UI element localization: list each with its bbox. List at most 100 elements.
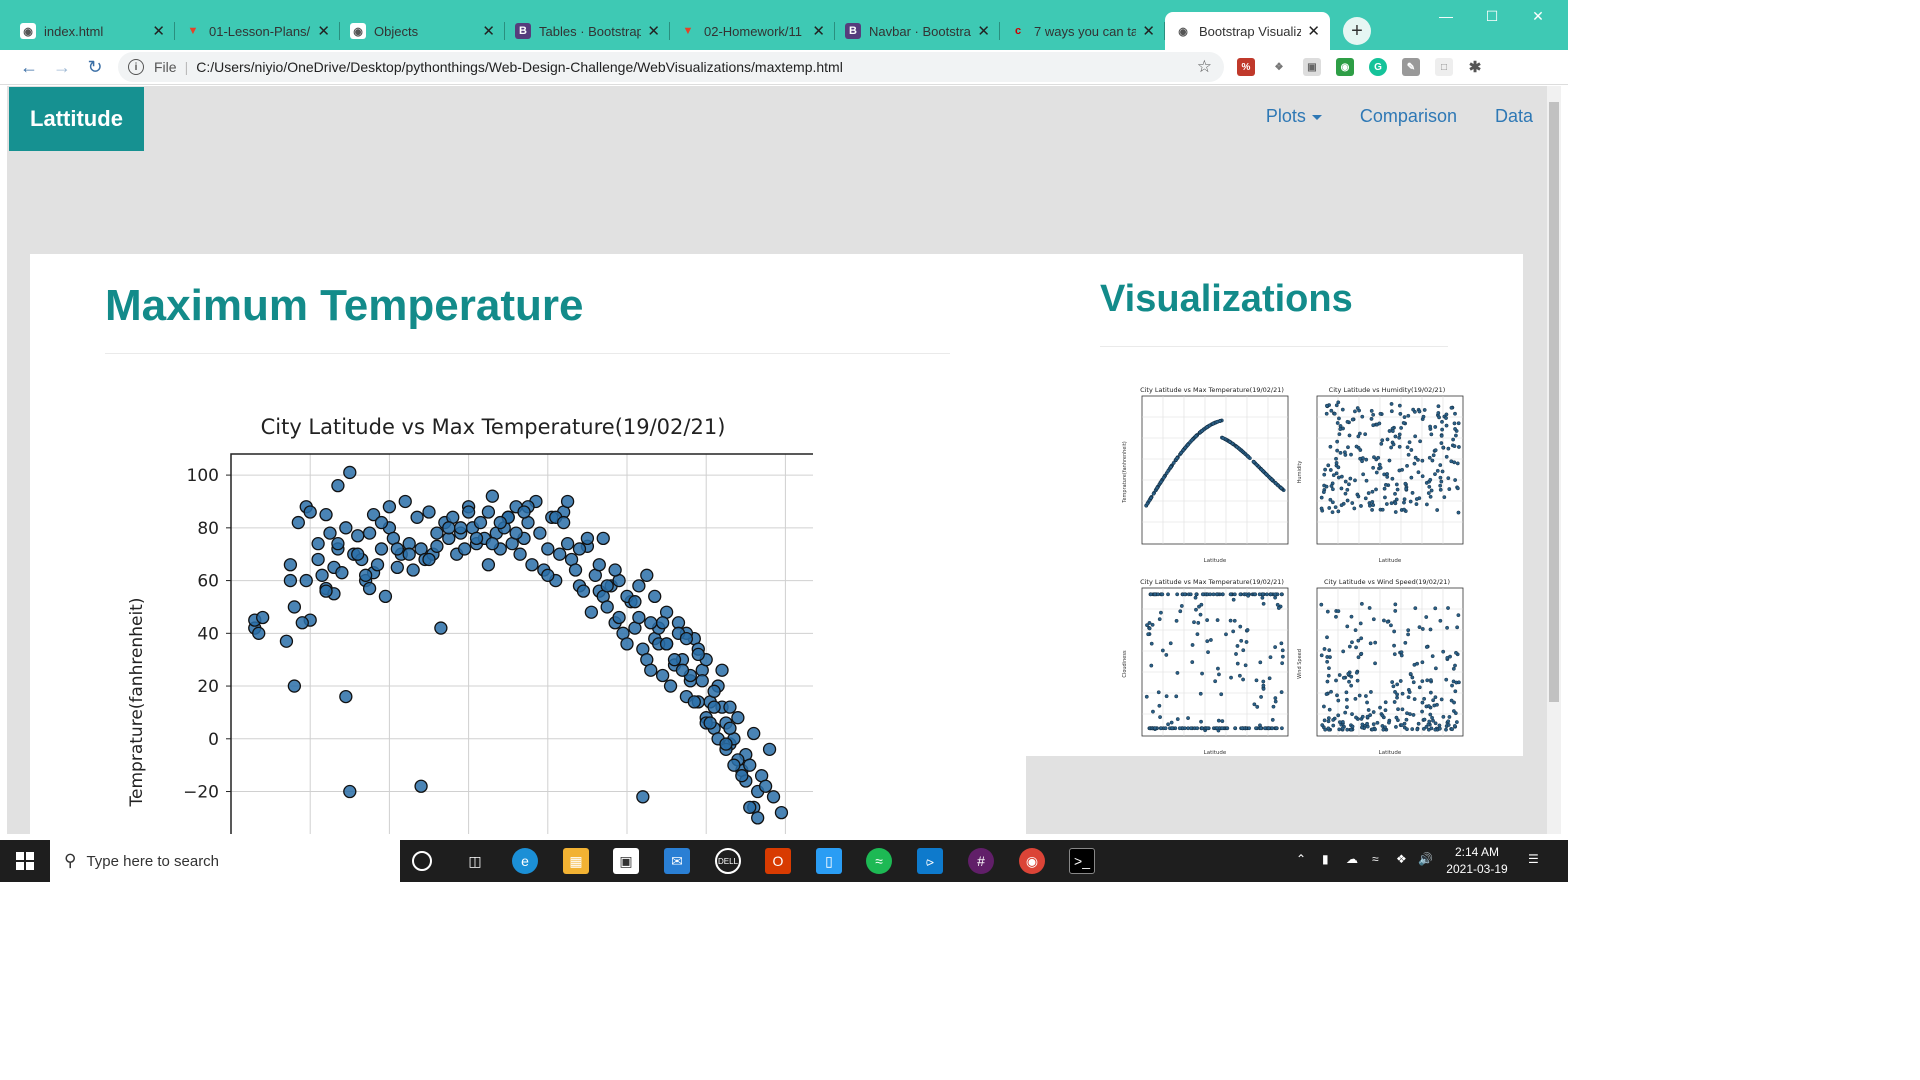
notifications-icon[interactable]: ☰: [1528, 852, 1539, 894]
edge-icon[interactable]: e: [512, 848, 538, 874]
thumbnail-chart[interactable]: City Latitude vs Max Temperature(19/02/2…: [1120, 382, 1292, 570]
thumbnail-point: [1397, 468, 1402, 473]
office-icon[interactable]: O: [765, 848, 791, 874]
y-tick-label: 0: [208, 730, 219, 750]
thumbnail-point: [1265, 592, 1269, 597]
new-tab-plus-icon[interactable]: +: [1343, 17, 1371, 45]
thumbnail-chart[interactable]: City Latitude vs Wind Speed(19/02/21) Win…: [1295, 574, 1467, 762]
taskbar-clock[interactable]: 2:14 AM 2021-03-19: [1436, 844, 1518, 878]
thumbnail-point: [1400, 691, 1405, 696]
store-icon[interactable]: ▣: [613, 848, 639, 874]
slack-icon[interactable]: #: [968, 848, 994, 874]
windows-start-icon[interactable]: [0, 840, 50, 882]
extensions-puzzle-icon[interactable]: ✱: [1466, 58, 1484, 76]
browser-tab[interactable]: c 7 ways you can ta ✕: [1000, 12, 1165, 50]
dropbox-tray-icon[interactable]: ❖: [1396, 852, 1407, 894]
page-scrollbar[interactable]: [1547, 86, 1561, 834]
back-arrow-icon[interactable]: ←: [18, 56, 40, 78]
dell-icon[interactable]: DELL: [715, 848, 741, 874]
thumbnail-point: [1377, 421, 1382, 426]
windows-taskbar: ⚲ Type here to search ◫ e ▦ ▣ ✉ DELL O ▯…: [0, 840, 1568, 882]
onedrive-icon[interactable]: ☁: [1346, 852, 1358, 894]
close-window-icon[interactable]: ✕: [1515, 0, 1561, 32]
volume-icon[interactable]: 🔊: [1418, 852, 1433, 894]
task-view-icon[interactable]: ◫: [462, 848, 488, 874]
thumbnail-point: [1410, 727, 1415, 731]
thumbnail-point: [1444, 677, 1449, 682]
scrollbar-thumb[interactable]: [1549, 102, 1559, 702]
minimize-icon[interactable]: —: [1423, 0, 1469, 32]
tab-close-icon[interactable]: ✕: [1307, 22, 1320, 40]
phone-link-icon[interactable]: ▯: [816, 848, 842, 874]
browser-tab[interactable]: ▼ 02-Homework/11 ✕: [670, 12, 835, 50]
browser-tab[interactable]: ◉ Objects ✕: [340, 12, 505, 50]
browser-tab[interactable]: ▼ 01-Lesson-Plans/1 ✕: [175, 12, 340, 50]
terminal-icon[interactable]: >_: [1069, 848, 1095, 874]
cortana-icon[interactable]: [412, 851, 432, 871]
browser-tab[interactable]: B Navbar · Bootstrap ✕: [835, 12, 1000, 50]
extension-gray-icon[interactable]: ▣: [1303, 58, 1321, 76]
thumbnail-point: [1271, 704, 1276, 709]
thumbnail-point: [1280, 726, 1284, 731]
chrome-icon[interactable]: ◉: [1019, 848, 1045, 874]
thumbnail-point: [1168, 465, 1173, 469]
bookmark-star-icon[interactable]: ☆: [1197, 57, 1212, 77]
site-info-icon[interactable]: i: [128, 59, 144, 75]
mail-icon[interactable]: ✉: [664, 848, 690, 874]
scatter-point: [766, 790, 781, 804]
maximize-icon[interactable]: ☐: [1469, 0, 1515, 32]
vscode-icon[interactable]: ⪧: [917, 848, 943, 874]
thumbnail-point: [1241, 648, 1246, 653]
thumbnail-point: [1274, 726, 1279, 731]
thumbnail-point: [1380, 713, 1385, 718]
extension-pdf-icon[interactable]: ✎: [1402, 58, 1420, 76]
nav-comparison-link[interactable]: Comparison: [1360, 106, 1457, 127]
extension-coupon-icon[interactable]: %: [1237, 58, 1255, 76]
thumbnail-point: [1371, 412, 1376, 417]
wifi-icon[interactable]: ≈: [1372, 852, 1379, 894]
browser-tab[interactable]: ◉ index.html ✕: [10, 12, 175, 50]
thumbnail-point: [1429, 488, 1434, 493]
address-url[interactable]: C:/Users/niyio/OneDrive/Desktop/pythonth…: [196, 59, 843, 75]
tab-close-icon[interactable]: ✕: [647, 22, 660, 40]
thumbnail-point: [1329, 689, 1333, 694]
dropbox-extension-icon[interactable]: ❖: [1270, 58, 1288, 76]
search-icon: ⚲: [64, 851, 77, 870]
tab-close-icon[interactable]: ✕: [1142, 22, 1155, 40]
browser-tab[interactable]: ◉ Bootstrap Visualiz ✕: [1165, 12, 1330, 50]
thumbnail-point: [1279, 486, 1283, 490]
thumbnail-point: [1395, 692, 1400, 697]
extension-pocket-icon[interactable]: □: [1435, 58, 1453, 76]
thumbnail-point: [1438, 463, 1443, 467]
thumbnail-point: [1399, 426, 1404, 430]
grammarly-icon[interactable]: G: [1369, 58, 1387, 76]
browser-tab[interactable]: B Tables · Bootstrap ✕: [505, 12, 670, 50]
tab-close-icon[interactable]: ✕: [812, 22, 825, 40]
thumbnail-point: [1445, 625, 1449, 630]
tab-close-icon[interactable]: ✕: [977, 22, 990, 40]
thumbnail-chart[interactable]: City Latitude vs Humidity(19/02/21) Humid…: [1295, 382, 1467, 570]
spotify-icon[interactable]: ≈: [866, 848, 892, 874]
extension-green-icon[interactable]: ◉: [1336, 58, 1354, 76]
forward-arrow-icon[interactable]: →: [51, 56, 73, 78]
taskbar-search-box[interactable]: ⚲ Type here to search: [50, 840, 400, 882]
tab-close-icon[interactable]: ✕: [317, 22, 330, 40]
tab-close-icon[interactable]: ✕: [152, 22, 165, 40]
nav-data-link[interactable]: Data: [1495, 106, 1533, 127]
thumbnail-point: [1258, 660, 1263, 665]
tab-close-icon[interactable]: ✕: [482, 22, 495, 40]
tray-chevron-icon[interactable]: ⌃: [1296, 852, 1306, 894]
nav-plots-dropdown[interactable]: Plots: [1266, 106, 1322, 127]
reload-icon[interactable]: ↻: [84, 56, 106, 78]
file-explorer-icon[interactable]: ▦: [563, 848, 589, 874]
visualization-thumbnails[interactable]: City Latitude vs Max Temperature(19/02/2…: [1120, 382, 1470, 757]
thumbnail-point: [1420, 458, 1425, 463]
address-bar[interactable]: i File | C:/Users/niyio/OneDrive/Desktop…: [118, 52, 1224, 82]
navbar-brand[interactable]: Lattitude: [9, 87, 144, 151]
tray-battery-icon[interactable]: ▮: [1322, 852, 1329, 894]
thumbnail-point: [1166, 469, 1171, 473]
page-viewport: Lattitude Plots Comparison Data Maximum …: [7, 86, 1547, 834]
scatter-point: [747, 726, 761, 741]
thumbnail-chart[interactable]: City Latitude vs Max Temperature(19/02/2…: [1120, 574, 1292, 762]
thumbnail-point: [1160, 648, 1165, 653]
